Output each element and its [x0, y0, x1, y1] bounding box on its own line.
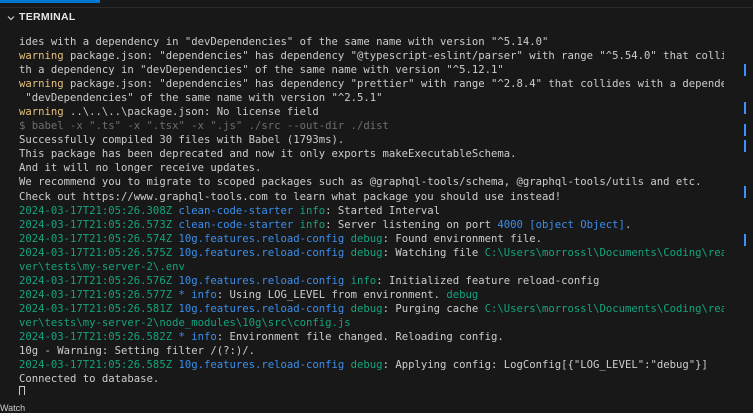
- terminal-line-segment: debug: [446, 288, 479, 301]
- terminal-line-segment: [object Object]: [522, 218, 625, 231]
- terminal-line-segment: "devDependencies" of the same name with …: [19, 92, 383, 105]
- terminal-line-segment: debug: [344, 246, 383, 259]
- terminal-line: warning package.json: "dependencies" has…: [19, 77, 724, 91]
- terminal-line: 2024-03-17T21:05:26.308Z clean-code-star…: [19, 204, 724, 218]
- terminal-line-segment: : Watching file: [382, 246, 485, 259]
- terminal-line-segment: info: [293, 218, 326, 231]
- terminal-line: 2024-03-17T21:05:26.573Z clean-code-star…: [19, 218, 724, 232]
- terminal-line: We recommend you to migrate to scoped pa…: [19, 175, 724, 189]
- terminal-line: 10g - Warning: Setting filter /(?:)/.: [19, 344, 724, 358]
- terminal-line-segment: ver\tests\my-server-2\.env: [19, 260, 185, 273]
- terminal-line-segment: : Server listening on port: [325, 218, 498, 231]
- terminal-line-segment: package.json: "dependencies" has depende…: [63, 78, 724, 91]
- terminal-line-segment: Successfully compiled 30 files with Babe…: [19, 134, 345, 147]
- terminal-line-segment: 2024-03-17T21:05:26.573Z: [19, 218, 173, 231]
- terminal-line-segment: debug: [344, 232, 383, 245]
- terminal-line-segment: 10g.features.reload-config: [172, 274, 345, 287]
- terminal-line-segment: clean-code-starter: [172, 218, 294, 231]
- panel-title: TERMINAL: [19, 11, 76, 23]
- terminal-line-segment: warning: [19, 106, 64, 119]
- terminal-line-segment: : Using LOG_LEVEL from environment.: [216, 288, 447, 301]
- terminal-line-segment: 2024-03-17T21:05:26.308Z: [19, 204, 173, 217]
- terminal-line: Successfully compiled 30 files with Babe…: [19, 133, 724, 147]
- terminal-line-segment: ver\tests\my-server-2\node_modules\10g\s…: [19, 316, 351, 329]
- terminal-line-segment: : Applying config: LogConfig[{"LOG_LEVEL…: [382, 359, 708, 372]
- terminal-line: warning ..\..\..\package.json: No licens…: [19, 105, 724, 119]
- terminal-line: Connected to database.: [19, 372, 724, 386]
- terminal-line-segment: ides with a dependency in "devDependenci…: [19, 36, 549, 48]
- terminal-line-segment: : Initialized feature reload-config: [376, 274, 600, 287]
- terminal-line: th a dependency in "devDependencies" of …: [19, 63, 724, 77]
- terminal-line-segment: package.json: "dependencies" has depende…: [63, 50, 724, 63]
- terminal-line-segment: info: [293, 204, 326, 217]
- terminal-scrollbar[interactable]: [740, 28, 753, 412]
- terminal-line-segment: 2024-03-17T21:05:26.574Z: [19, 232, 173, 245]
- scrollbar-mark: [744, 102, 746, 114]
- terminal-line: warning package.json: "dependencies" has…: [19, 49, 724, 63]
- terminal-line-segment: .: [624, 218, 632, 231]
- terminal-line-segment: 2024-03-17T21:05:26.576Z: [19, 274, 173, 287]
- terminal-line-segment: * info: [172, 330, 217, 343]
- terminal-line: 2024-03-17T21:05:26.582Z * info: Environ…: [19, 330, 724, 344]
- terminal-line: This package has been deprecated and now…: [19, 147, 724, 161]
- terminal-line: $ babel -x ".ts" -x ".tsx" -x ".js" ./sr…: [19, 119, 724, 133]
- terminal-line-segment: 10g.features.reload-config: [172, 302, 345, 315]
- terminal-line: ver\tests\my-server-2\.env: [19, 260, 724, 274]
- terminal-line: ver\tests\my-server-2\node_modules\10g\s…: [19, 316, 724, 330]
- terminal-line: And it will no longer receive updates.: [19, 161, 724, 175]
- terminal-line-segment: $ babel -x ".ts" -x ".tsx" -x ".js" ./sr…: [19, 120, 389, 133]
- terminal-line-segment: clean-code-starter: [172, 204, 294, 217]
- terminal-line-segment: : Found environment file.: [382, 232, 543, 245]
- terminal-line-segment: debug: [344, 302, 383, 315]
- terminal-line: 2024-03-17T21:05:26.576Z 10g.features.re…: [19, 274, 724, 288]
- terminal-line: ides with a dependency in "devDependenci…: [19, 35, 724, 49]
- scrollbar-mark: [744, 140, 746, 152]
- terminal-line-segment: th a dependency in "devDependencies" of …: [19, 64, 504, 77]
- terminal-line: "devDependencies" of the same name with …: [19, 91, 724, 105]
- terminal-line-segment: Check out https://www.graphql-tools.com …: [19, 190, 562, 203]
- terminal-line: 2024-03-17T21:05:26.585Z 10g.features.re…: [19, 358, 724, 372]
- chevron-down-icon[interactable]: [5, 12, 17, 24]
- terminal-line-segment: 10g - Warning: Setting filter /(?:)/.: [19, 345, 255, 358]
- terminal-line-segment: C:\Users\morrossl\Documents\Coding\react…: [484, 302, 724, 315]
- terminal-line-segment: 10g.features.reload-config: [172, 359, 345, 372]
- terminal-panel-header[interactable]: TERMINAL: [0, 7, 753, 28]
- terminal-line-segment: 10g.features.reload-config: [172, 232, 345, 245]
- terminal-line-segment: warning: [19, 50, 64, 63]
- terminal-line-segment: And it will no longer receive updates.: [19, 162, 262, 175]
- active-tab-indicator: [0, 0, 100, 3]
- terminal-line-segment: Connected to database.: [19, 373, 160, 386]
- terminal-line-segment: : Started Interval: [325, 204, 440, 217]
- terminal-line-segment: warning: [19, 78, 64, 91]
- terminal-line-segment: * info: [172, 288, 217, 301]
- terminal-line: Check out https://www.graphql-tools.com …: [19, 190, 724, 204]
- terminal-line-segment: This package has been deprecated and now…: [19, 148, 517, 161]
- terminal-line-segment: ..\..\..\package.json: No license field: [63, 106, 319, 119]
- scrollbar-mark: [744, 64, 746, 76]
- terminal-output[interactable]: ides with a dependency in "devDependenci…: [19, 35, 724, 395]
- terminal-line-segment: C:\Users\morrossl\Documents\Coding\react…: [484, 246, 724, 259]
- terminal-line-segment: : Environment file changed. Reloading co…: [216, 330, 504, 343]
- terminal-line-segment: 10g.features.reload-config: [172, 246, 345, 259]
- terminal-line-segment: debug: [344, 359, 383, 372]
- scrollbar-mark: [744, 124, 746, 136]
- scrollbar-mark: [744, 234, 746, 246]
- prompt-line[interactable]: [19, 386, 724, 395]
- terminal-line: 2024-03-17T21:05:26.574Z 10g.features.re…: [19, 232, 724, 246]
- terminal-line-segment: 2024-03-17T21:05:26.577Z: [19, 288, 173, 301]
- terminal-line-segment: 2024-03-17T21:05:26.585Z: [19, 359, 173, 372]
- terminal-line-segment: 2024-03-17T21:05:26.575Z: [19, 246, 173, 259]
- panel-tab-strip: [0, 0, 753, 7]
- terminal-line-segment: We recommend you to migrate to scoped pa…: [19, 176, 702, 189]
- terminal-line-segment: 4000: [497, 218, 523, 231]
- terminal-line-segment: : Purging cache: [382, 302, 485, 315]
- terminal-line-segment: info: [344, 274, 377, 287]
- terminal-line: 2024-03-17T21:05:26.577Z * info: Using L…: [19, 288, 724, 302]
- scrollbar-mark: [744, 186, 746, 198]
- terminal-line: 2024-03-17T21:05:26.581Z 10g.features.re…: [19, 302, 724, 316]
- terminal-cursor: [19, 386, 25, 395]
- terminal-line-segment: 2024-03-17T21:05:26.581Z: [19, 302, 173, 315]
- terminal-line: 2024-03-17T21:05:26.575Z 10g.features.re…: [19, 246, 724, 260]
- terminal-line-segment: 2024-03-17T21:05:26.582Z: [19, 330, 173, 343]
